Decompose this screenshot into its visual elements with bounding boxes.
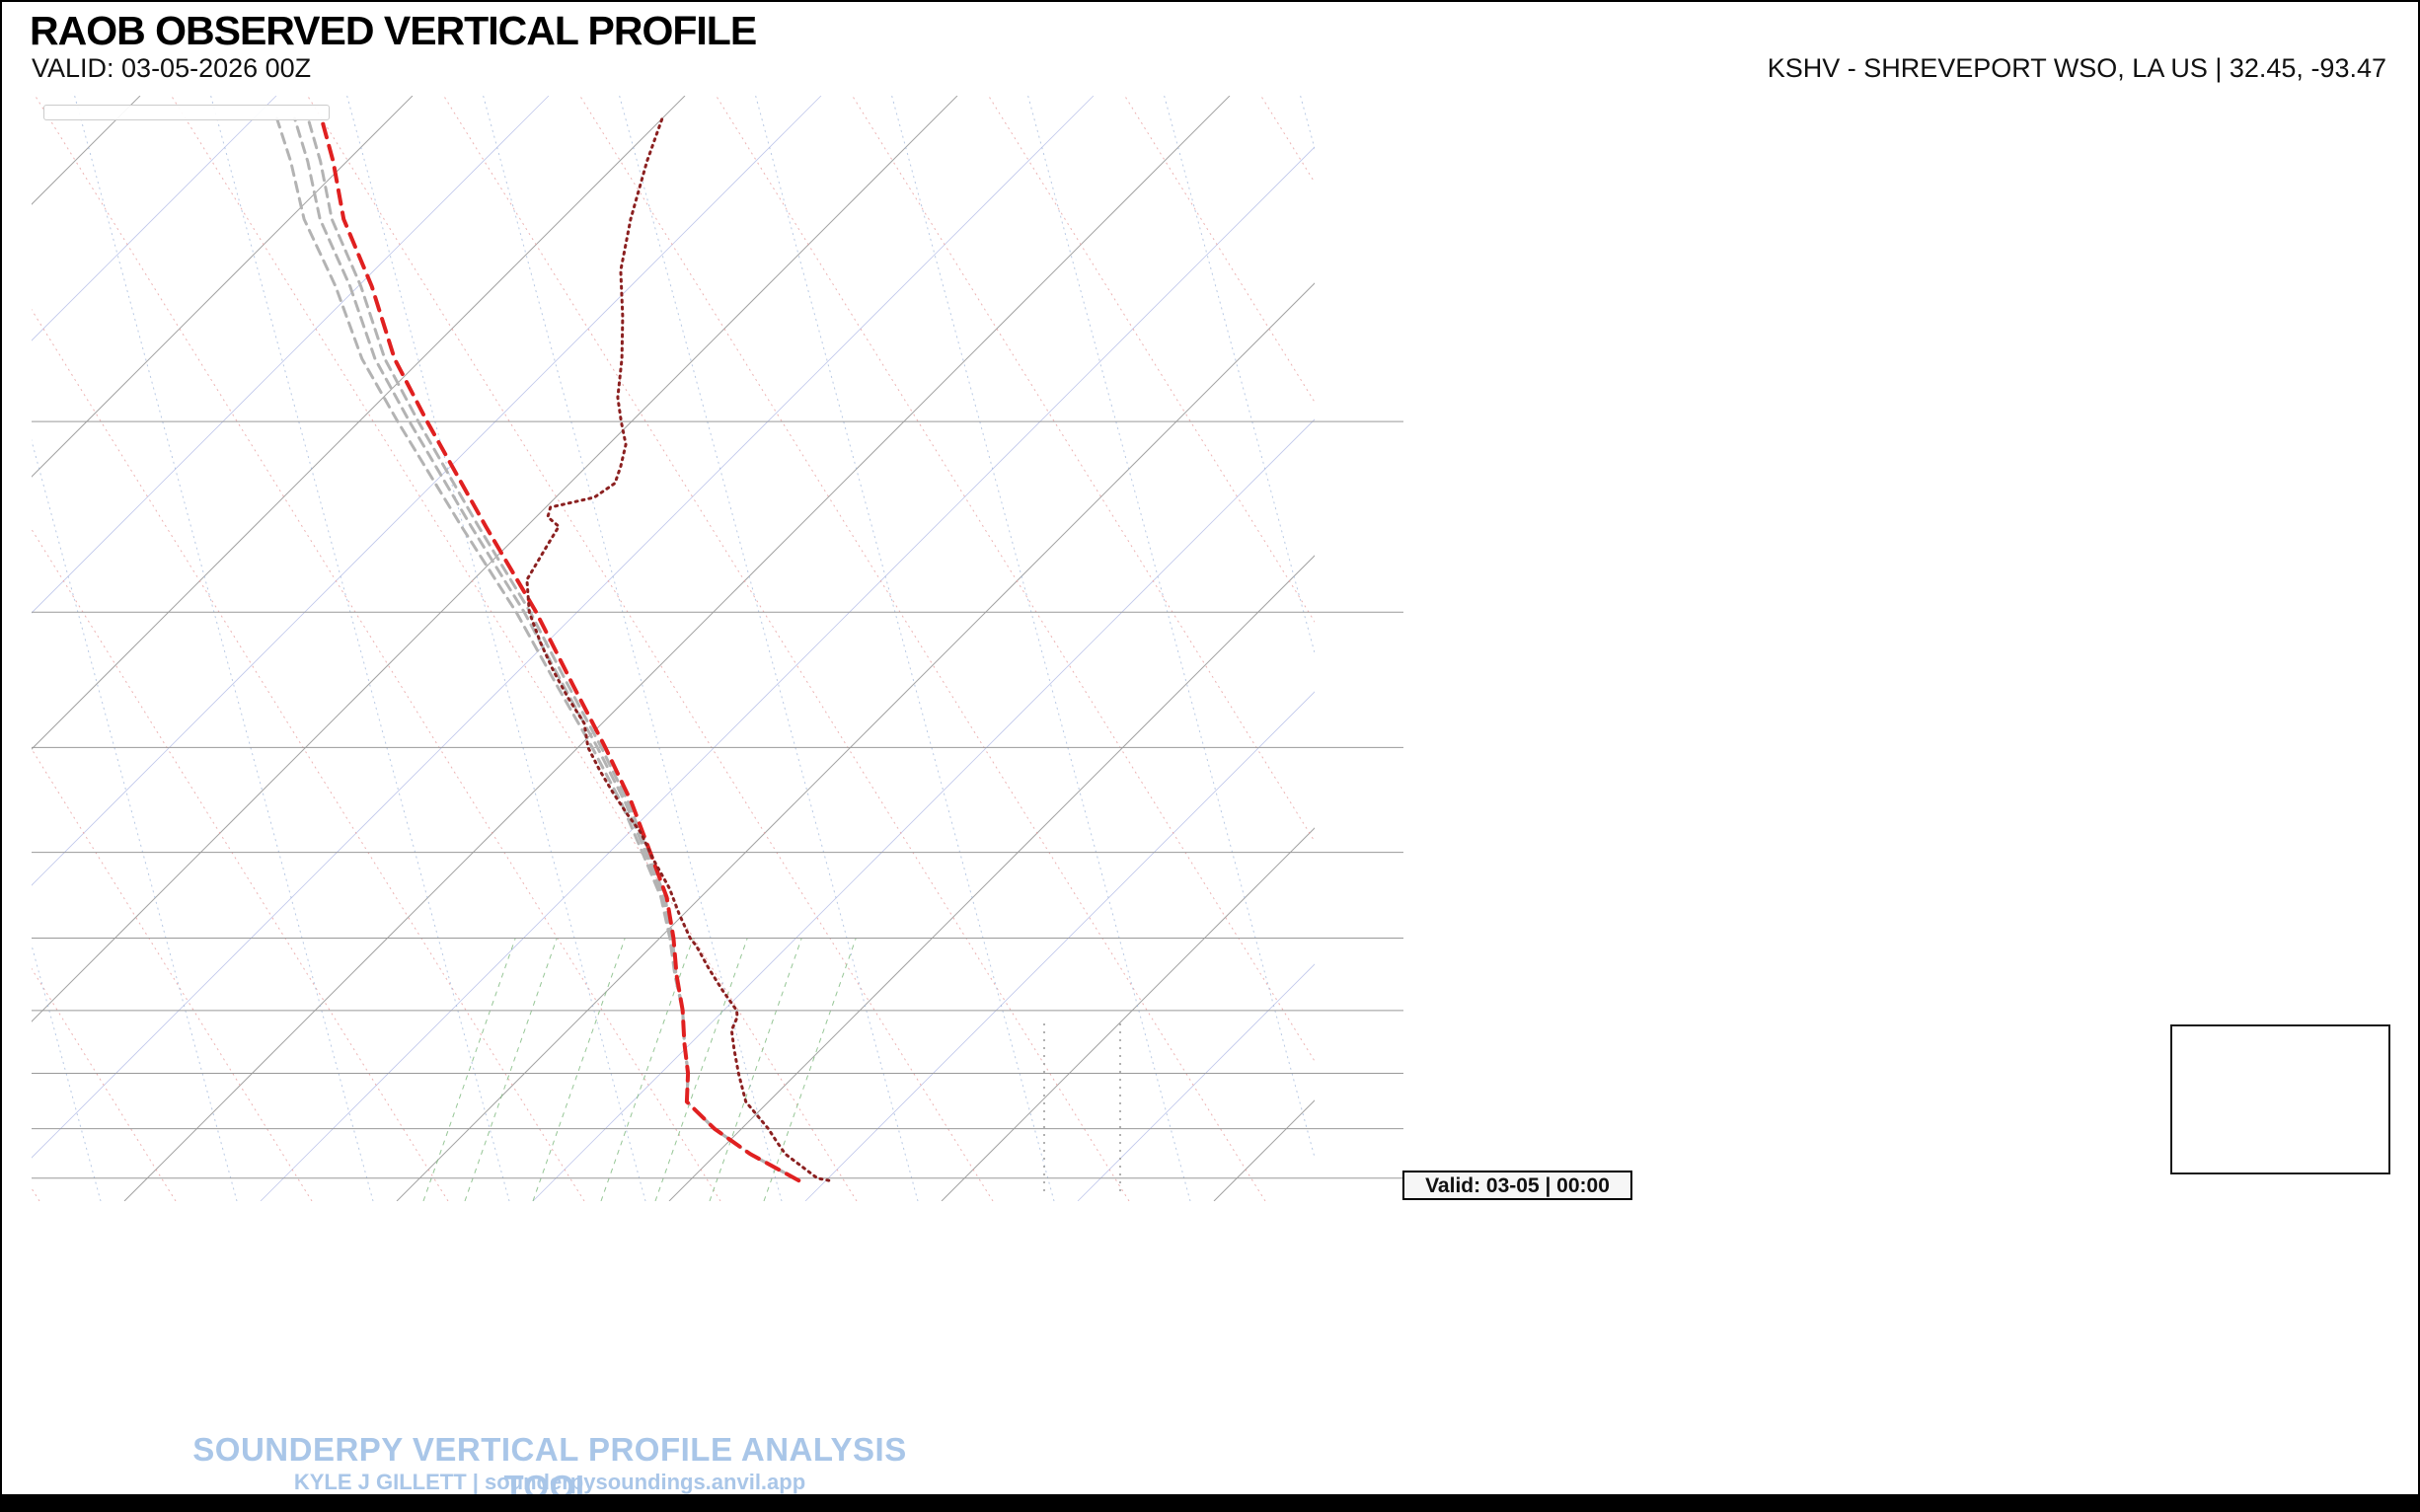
dry-adiabat-line	[2, 96, 39, 1201]
moist-adiabat-line	[2, 96, 101, 1201]
branding-credit: KYLE J GILLETT | sounderpysoundings.anvi…	[150, 1470, 949, 1495]
skewt-curves	[277, 118, 829, 1180]
isotherm-line	[2, 96, 4, 1201]
isotherm-line	[533, 96, 1638, 1201]
moist-adiabat-line	[1028, 96, 1326, 1201]
dry-adiabat-line	[2, 96, 584, 1201]
isotherm-line	[2, 96, 1094, 1201]
moist-adiabat-line	[1165, 96, 1463, 1201]
mixing-ratio-line	[655, 939, 747, 1201]
moist-adiabat-line	[892, 96, 1190, 1201]
moist-adiabat-line	[620, 96, 918, 1201]
raob-profile-figure: RAOB OBSERVED VERTICAL PROFILE VALID: 03…	[0, 0, 2420, 1512]
isotherm-line	[669, 96, 1775, 1201]
muecape-parcel-curve	[322, 118, 799, 1180]
isotherm-line	[2, 96, 276, 1201]
figure-canvas	[2, 2, 2420, 1512]
skewt-gridlines	[2, 96, 2355, 1201]
dry-adiabat-line	[2, 96, 448, 1201]
radar-valid-badge: Valid: 03-05 | 00:00	[1402, 1171, 1632, 1200]
dry-adiabat-line	[1534, 96, 2219, 1201]
dry-adiabat-line	[2, 96, 176, 1201]
isotherm-line	[2, 96, 413, 1201]
bottom-bar	[2, 1494, 2420, 1512]
mixing-ratio-line	[601, 939, 693, 1201]
isotherm-line	[397, 96, 1502, 1201]
skewt-legend	[43, 105, 330, 120]
virtual-temp-curve	[527, 118, 829, 1180]
dry-adiabat-line	[2, 96, 312, 1201]
moist-adiabat-line	[347, 96, 645, 1201]
moist-adiabat-line	[2, 96, 237, 1201]
dry-adiabat-line	[1261, 96, 1946, 1201]
dry-adiabat-line	[36, 96, 720, 1201]
dry-adiabat-line	[1125, 96, 1810, 1201]
isotherm-line	[2, 96, 685, 1201]
mixing-ratio-line	[764, 939, 856, 1201]
dry-adiabat-line	[444, 96, 1129, 1201]
mixing-ratio-line	[423, 939, 515, 1201]
isotherm-line	[942, 96, 2047, 1201]
isotherm-line	[1078, 96, 2183, 1201]
moist-adiabat-line	[1573, 96, 1871, 1201]
dry-adiabat-line	[172, 96, 857, 1201]
mixing-ratio-line	[465, 939, 557, 1201]
srh-bwd-info-box	[2170, 1024, 2390, 1174]
dry-adiabat-line	[1398, 96, 2082, 1201]
moist-adiabat-line	[75, 96, 373, 1201]
isotherm-line	[124, 96, 1230, 1201]
isotherm-line	[2, 96, 549, 1201]
dry-adiabat-line	[853, 96, 1538, 1201]
dry-adiabat-line	[989, 96, 1674, 1201]
moist-adiabat-line	[1301, 96, 1599, 1201]
isotherm-line	[2, 96, 957, 1201]
moist-adiabat-line	[484, 96, 782, 1201]
isotherm-line	[1214, 96, 2319, 1201]
isotherm-line	[261, 96, 1366, 1201]
moist-adiabat-line	[756, 96, 1054, 1201]
mucape-parcel-curve	[277, 118, 799, 1180]
isotherm-line	[805, 96, 1911, 1201]
dry-adiabat-line	[717, 96, 1401, 1201]
moist-adiabat-line	[1437, 96, 1735, 1201]
isotherm-line	[2, 96, 140, 1201]
mixing-ratio-line	[533, 939, 625, 1201]
dry-adiabat-line	[308, 96, 993, 1201]
